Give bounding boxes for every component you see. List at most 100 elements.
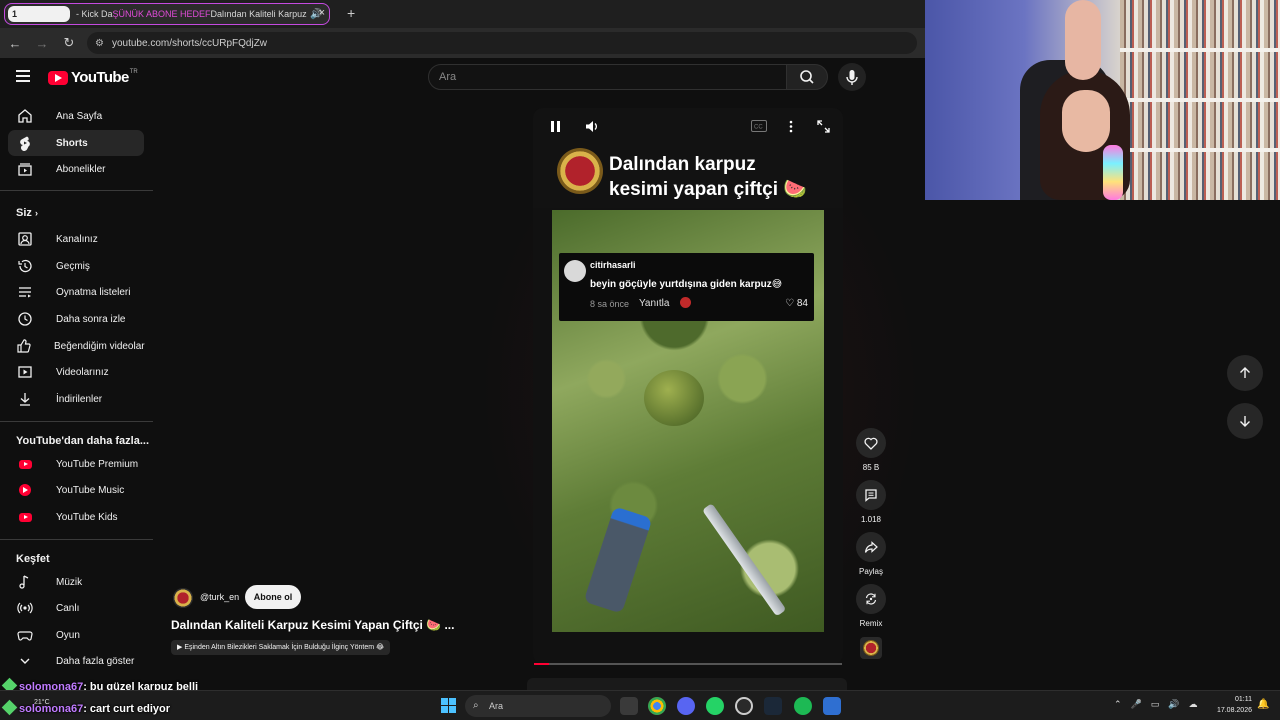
more-vertical-icon[interactable] (789, 120, 793, 136)
sidebar-item-label: Daha sonra izle (56, 313, 126, 325)
sidebar-item-home[interactable]: Ana Sayfa (8, 103, 144, 129)
sidebar-item-youtube-premium[interactable]: YouTube Premium (8, 451, 144, 477)
pause-icon[interactable] (550, 120, 562, 136)
reply-link: Yanıtla (639, 298, 670, 309)
sound-avatar[interactable] (860, 637, 882, 659)
subscribe-button[interactable]: Abone ol (245, 585, 301, 609)
next-short-button[interactable] (1227, 403, 1263, 439)
short-header: CC Dalından karpuz kesimi yapan çiftçi 🍉 (533, 108, 843, 208)
like-button[interactable]: 85 B (856, 428, 886, 472)
share-button[interactable]: Paylaş (856, 532, 886, 576)
fullscreen-icon[interactable] (817, 120, 830, 136)
notification-bell-icon[interactable]: 🔔 (1257, 699, 1269, 710)
tab-title: - Kick DaŞÜNÜK ABONE HEDEFDalından Kalit… (76, 9, 308, 19)
sidebar-item-history[interactable]: Geçmiş (8, 253, 144, 279)
sidebar-item-youtube-music[interactable]: YouTube Music (8, 477, 144, 503)
watch-later-icon (16, 311, 34, 327)
search-button[interactable] (786, 64, 828, 90)
live-icon (16, 600, 34, 616)
sidebar-section-you[interactable]: Siz › (16, 207, 38, 219)
captions-icon[interactable]: CC (751, 120, 767, 135)
forward-icon[interactable]: → (30, 36, 54, 51)
sidebar-item-shorts[interactable]: Shorts (8, 130, 144, 156)
windows-start-icon[interactable] (441, 698, 456, 713)
like-count: 85 B (862, 463, 880, 472)
sidebar: Ana Sayfa Shorts Abonelikler Siz › Kanal… (0, 98, 160, 678)
site-info-icon[interactable]: ⚙ (95, 38, 104, 49)
sidebar-item-label: Müzik (56, 576, 83, 588)
share-icon (864, 541, 878, 553)
microphone-icon (846, 70, 858, 85)
comments-button[interactable]: 1.018 (856, 480, 886, 524)
chrome-icon[interactable] (648, 697, 666, 715)
related-video-chip[interactable]: ▶ Eşinden Altın Bilezikleri Saklamak İçi… (171, 640, 391, 655)
comment-text: beyin göçüyle yurtdışına giden karpuz😅 (590, 279, 783, 290)
channel-handle[interactable]: @turk_en (200, 592, 239, 602)
sidebar-item-watch-later[interactable]: Daha sonra izle (8, 306, 144, 332)
sidebar-item-label: YouTube Kids (56, 511, 118, 523)
playlist-icon (16, 284, 34, 300)
next-short-peek[interactable] (527, 678, 847, 690)
sidebar-divider (0, 421, 153, 422)
video-title[interactable]: Dalından Kaliteli Karpuz Kesimi Yapan Çi… (171, 618, 454, 632)
channel-avatar[interactable] (173, 588, 193, 608)
back-icon[interactable]: ← (3, 36, 27, 51)
comment-time: 8 sa önce (590, 299, 630, 309)
steam-icon[interactable] (764, 697, 782, 715)
region-code: TR (129, 68, 138, 75)
chat-text: : cart curt ediyor (83, 703, 170, 715)
browser-tab[interactable]: 1 - Kick DaŞÜNÜK ABONE HEDEFDalından Kal… (4, 3, 330, 25)
sidebar-item-live[interactable]: Canlı (8, 595, 144, 621)
youtube-logo[interactable]: YouTube TR (48, 69, 138, 86)
chat-username: solomona67 (19, 703, 84, 715)
streamer-image (1040, 60, 1140, 200)
gaming-icon (16, 627, 34, 643)
comment-count: 1.018 (860, 515, 882, 524)
share-label: Paylaş (858, 567, 883, 576)
sidebar-item-show-more[interactable]: Daha fazla göster (8, 648, 144, 674)
sidebar-item-playlists[interactable]: Oynatma listeleri (8, 279, 144, 305)
new-tab-button[interactable]: + (347, 5, 355, 21)
comment-icon (865, 489, 877, 502)
sidebar-item-gaming[interactable]: Oyun (8, 622, 144, 648)
heart-icon (864, 437, 878, 450)
sidebar-item-label: Shorts (56, 137, 88, 149)
youtube-music-icon (16, 484, 34, 496)
sidebar-item-youtube-kids[interactable]: YouTube Kids (8, 504, 144, 530)
sidebar-item-channel[interactable]: Kanalınız (8, 226, 144, 252)
taskbar-clock[interactable]: 01:11 17.08.2026 (1206, 694, 1252, 716)
search-input[interactable]: Ara (428, 64, 787, 90)
taskbar-search[interactable]: ⌕ Ara (465, 695, 611, 717)
sidebar-item-downloads[interactable]: İndirilenler (8, 386, 144, 412)
system-tray[interactable]: ⌃🎤▭🔊☁ (1114, 699, 1206, 710)
sidebar-item-your-videos[interactable]: Videolarınız (8, 359, 144, 385)
youtube-header: YouTube TR Ara (0, 58, 925, 98)
avatar (564, 260, 586, 282)
file-explorer-icon[interactable] (620, 697, 638, 715)
app-icon[interactable] (823, 697, 841, 715)
sidebar-item-liked[interactable]: Beğendiğim videolar (8, 333, 145, 359)
url-field[interactable]: ⚙ youtube.com/shorts/ccURpFQdjZw (87, 32, 917, 54)
voice-search-button[interactable] (838, 63, 866, 91)
sidebar-item-music[interactable]: Müzik (8, 569, 144, 595)
obs-icon[interactable] (735, 697, 753, 715)
tab-close-button[interactable]: × (319, 7, 325, 19)
reload-icon[interactable]: ↻ (57, 35, 81, 51)
discord-icon[interactable] (677, 697, 695, 715)
video-progress-bar[interactable] (534, 663, 842, 665)
shorts-player[interactable]: CC Dalından karpuz kesimi yapan çiftçi 🍉… (533, 108, 843, 664)
videos-icon (16, 364, 34, 380)
sidebar-item-label: Daha fazla göster (56, 655, 135, 667)
whatsapp-icon[interactable] (706, 697, 724, 715)
volume-icon[interactable] (585, 120, 599, 136)
remix-button[interactable]: Remix (856, 584, 886, 628)
sidebar-item-label: YouTube Premium (56, 458, 139, 470)
menu-icon[interactable] (16, 70, 30, 82)
history-icon (16, 258, 34, 274)
spotify-icon[interactable] (794, 697, 812, 715)
video-frame[interactable]: citirhasarli beyin göçüyle yurtdışına gi… (552, 210, 824, 632)
raised-arm-image (1065, 0, 1101, 80)
sidebar-item-subscriptions[interactable]: Abonelikler (8, 156, 144, 182)
previous-short-button[interactable] (1227, 355, 1263, 391)
rgb-microphone-image (1103, 145, 1123, 200)
